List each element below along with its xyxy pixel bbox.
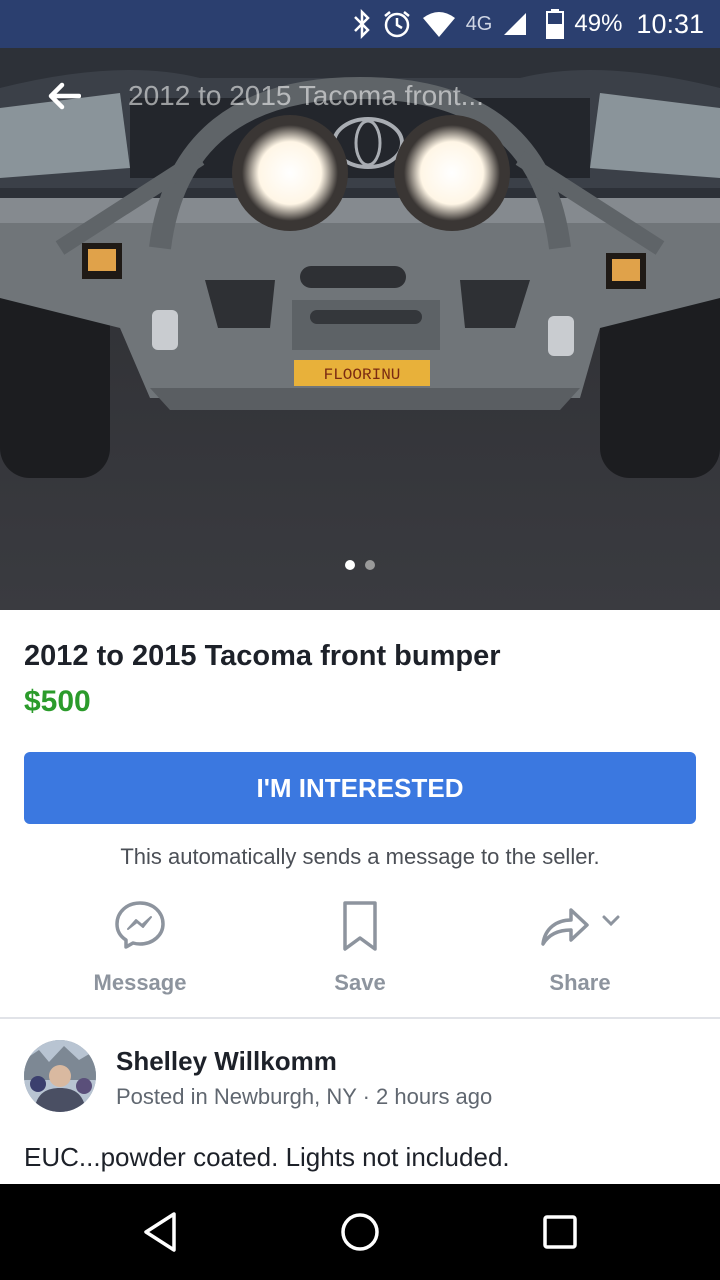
action-row: Message Save Share	[0, 900, 720, 1016]
share-label: Share	[549, 970, 611, 995]
square-recents-icon	[543, 1215, 577, 1249]
page-dot-active[interactable]	[345, 560, 355, 570]
android-nav-bar	[0, 1184, 720, 1280]
signal-icon	[502, 11, 528, 37]
chevron-down-icon	[602, 915, 620, 927]
photo-title: 2012 to 2015 Tacoma front...	[128, 80, 484, 111]
battery-icon	[546, 9, 565, 39]
recents-nav-button[interactable]	[536, 1208, 584, 1256]
photo-header: 2012 to 2015 Tacoma front...	[0, 48, 720, 144]
network-type: 4G	[465, 12, 493, 35]
seller-name[interactable]: Shelley Willkomm	[116, 1046, 337, 1077]
alarm-icon	[382, 9, 412, 39]
back-button[interactable]	[32, 64, 96, 128]
back-nav-button[interactable]	[136, 1208, 184, 1256]
clock: 10:31	[636, 8, 704, 39]
battery-percent: 49%	[574, 10, 623, 37]
listing-title: 2012 to 2015 Tacoma front bumper	[24, 640, 501, 672]
im-interested-button[interactable]: I'M INTERESTED	[24, 752, 696, 824]
arrow-left-icon	[48, 82, 81, 110]
page-dot[interactable]	[365, 560, 375, 570]
listing-info: 2012 to 2015 Tacoma front bumper $500 I'…	[24, 610, 696, 869]
share-button[interactable]: Share	[480, 900, 680, 996]
wifi-icon	[422, 10, 456, 38]
listing-photo[interactable]: FLOORINU 2012 to 2015 Tacoma front...	[0, 48, 720, 610]
status-bar: 4G 49% 10:31	[0, 0, 720, 48]
save-button[interactable]: Save	[260, 900, 460, 996]
listing-price: $500	[24, 685, 91, 718]
avatar-photo	[24, 1040, 96, 1112]
photo-pagination	[0, 560, 720, 570]
post-location-time: Posted in Newburgh, NY · 2 hours ago	[116, 1084, 493, 1109]
save-label: Save	[334, 970, 386, 995]
bookmark-icon	[343, 901, 377, 951]
home-nav-button[interactable]	[336, 1208, 384, 1256]
seller-avatar[interactable]	[24, 1040, 96, 1112]
license-plate-text: FLOORINU	[324, 366, 401, 384]
message-button[interactable]: Message	[40, 900, 240, 996]
auto-message-note: This automatically sends a message to th…	[120, 844, 600, 869]
messenger-icon	[115, 901, 165, 949]
bluetooth-icon	[352, 9, 372, 39]
message-label: Message	[93, 970, 187, 995]
triangle-back-icon	[144, 1212, 176, 1252]
4g-lte-icon: 4G	[466, 13, 493, 36]
listing-description: EUC...powder coated. Lights not included…	[24, 1142, 510, 1172]
circle-home-icon	[341, 1213, 379, 1251]
section-divider	[0, 1017, 720, 1019]
